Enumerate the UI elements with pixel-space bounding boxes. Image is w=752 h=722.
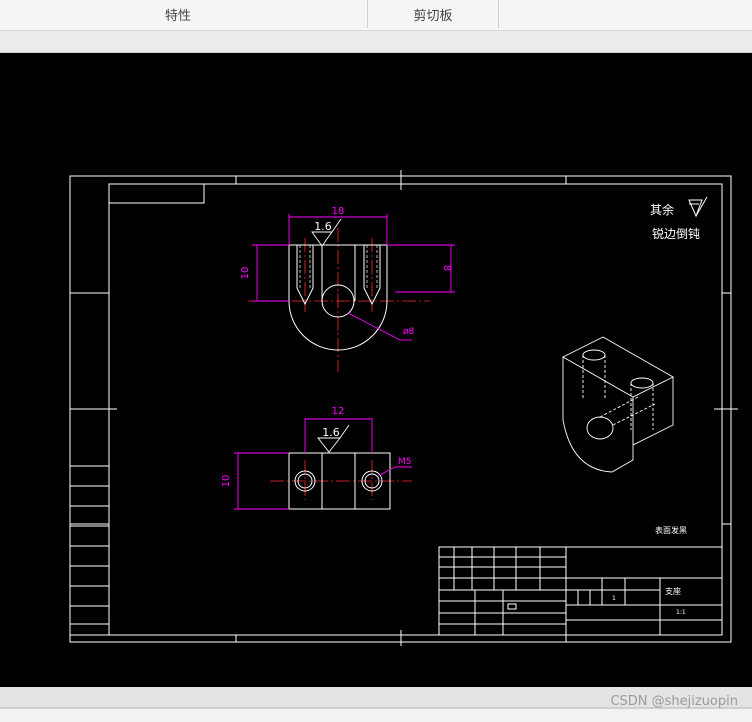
roughness-front: 1.6 <box>314 220 332 233</box>
top-view: 12 10 1.6 M5 <box>221 406 412 510</box>
ribbon-separator <box>498 0 499 28</box>
front-view: 18 10 8 1.6 ø8 <box>240 206 455 372</box>
ribbon-group-properties[interactable]: 特性 <box>110 0 246 30</box>
scale-value: 1:1 <box>676 609 686 616</box>
ribbon-panel-bar: 特性 剪切板 <box>0 0 752 31</box>
dim-front-width: 18 <box>332 206 345 217</box>
roughness-top: 1.6 <box>322 426 340 439</box>
ribbon-group-clipboard[interactable]: 剪切板 <box>368 0 498 30</box>
watermark-text: CSDN @shejizuopin <box>610 694 738 709</box>
drawing-canvas[interactable]: 18 10 8 1.6 ø8 12 10 1.6 M5 其余 锐边倒钝 表面发黑… <box>0 53 752 687</box>
note-other-surfaces: 其余 <box>650 202 674 217</box>
note-deburr: 锐边倒钝 <box>652 227 700 241</box>
sheet-outer-border <box>69 175 732 643</box>
sheet-number: 1 <box>612 595 616 602</box>
dim-front-hole: ø8 <box>403 327 415 337</box>
dim-top-width: 12 <box>332 406 345 417</box>
zone-ticks <box>70 170 738 646</box>
sheet-inner-frame <box>108 183 723 636</box>
isometric-view <box>562 336 674 473</box>
part-name: 支座 <box>665 586 681 596</box>
dim-top-height: 10 <box>221 475 232 488</box>
dim-front-height-left: 10 <box>240 267 251 280</box>
surface-finish-symbol <box>688 196 708 218</box>
side-revision-table <box>69 465 110 636</box>
file-tab-bar <box>0 31 752 53</box>
dim-front-height-right: 8 <box>441 265 452 271</box>
thread-callout: M5 <box>398 457 412 467</box>
reverse-title-box <box>108 183 205 204</box>
tech-requirement: 表面发黑 <box>655 525 687 535</box>
